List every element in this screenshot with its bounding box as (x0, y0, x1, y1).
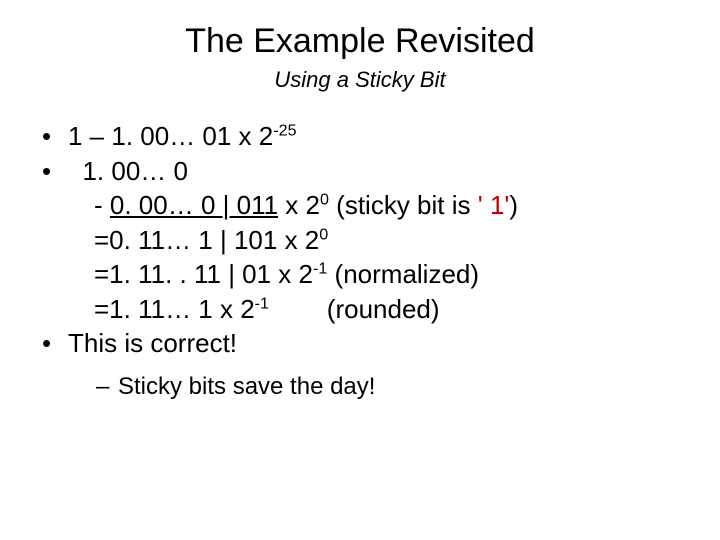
bullet-1-sup: -25 (273, 121, 296, 139)
sub-bullet-1-text: Sticky bits save the day! (118, 373, 375, 400)
c1-b: x 2 (278, 190, 320, 220)
c2-a: =0. 11… 1 | 101 x 2 (94, 225, 319, 255)
bullet-3-text: This is correct! (68, 328, 237, 358)
sub-bullet-1: Sticky bits save the day! (96, 371, 680, 403)
bullet-list: 1 – 1. 00… 01 x 2-25 1. 00… 0 - 0. 00… 0… (42, 119, 680, 403)
c1-underline: 0. 00… 0 | 011 (110, 190, 278, 220)
c1-d: ) (509, 190, 518, 220)
slide-subtitle: Using a Sticky Bit (40, 67, 680, 93)
line-sub1: - 0. 00… 0 | 011 x 20 (sticky bit is ' 1… (68, 188, 680, 223)
c2-sup: 0 (319, 225, 328, 243)
c3-a: =1. 11. . 11 | 01 x 2 (94, 259, 313, 289)
line-sub4: =1. 11… 1 x 2-1 (rounded) (68, 292, 680, 327)
c1-sup: 0 (320, 191, 329, 209)
bullet-1: 1 – 1. 00… 01 x 2-25 (42, 119, 680, 154)
line-sub2: =0. 11… 1 | 101 x 20 (68, 223, 680, 258)
slide-title: The Example Revisited (40, 22, 680, 61)
bullet-2-text: 1. 00… 0 (68, 156, 188, 186)
c4-b: (rounded) (269, 294, 440, 324)
c1-red: ' 1' (478, 190, 510, 220)
slide: The Example Revisited Using a Sticky Bit… (0, 0, 720, 540)
bullet-2: 1. 00… 0 - 0. 00… 0 | 011 x 20 (sticky b… (42, 154, 680, 327)
c3-b: (normalized) (327, 259, 479, 289)
c1-a: - (94, 190, 110, 220)
bullet-3: This is correct! Sticky bits save the da… (42, 326, 680, 402)
c4-a: =1. 11… 1 x 2 (94, 294, 255, 324)
sub-list: Sticky bits save the day! (96, 371, 680, 403)
c1-c: (sticky bit is (329, 190, 478, 220)
line-sub3: =1. 11. . 11 | 01 x 2-1 (normalized) (68, 257, 680, 292)
c3-sup: -1 (313, 260, 327, 278)
c4-sup: -1 (255, 294, 269, 312)
bullet-1-text-a: 1 – 1. 00… 01 x 2 (68, 121, 273, 151)
